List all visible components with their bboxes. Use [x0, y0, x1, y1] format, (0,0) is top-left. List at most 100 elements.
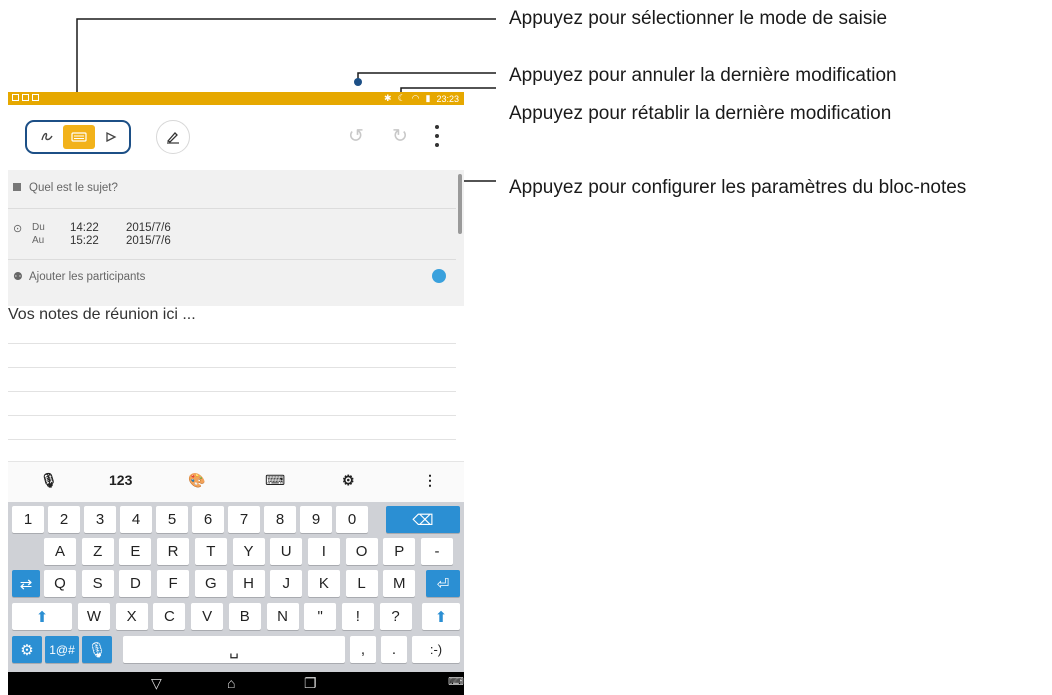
- notes-area[interactable]: Vos notes de réunion ici ...: [8, 306, 464, 461]
- keyboard-switch-icon[interactable]: ⌨: [448, 675, 464, 688]
- key[interactable]: 9: [300, 506, 332, 533]
- battery-icon: ▮: [425, 93, 431, 103]
- key[interactable]: M: [383, 570, 416, 597]
- keyboard-layout-icon[interactable]: ⌨: [265, 472, 285, 489]
- more-options-icon[interactable]: [434, 125, 440, 147]
- key[interactable]: 4: [120, 506, 152, 533]
- notification-icons: [12, 94, 39, 101]
- key[interactable]: 3: [84, 506, 116, 533]
- space-key[interactable]: ␣: [123, 636, 345, 663]
- clock-icon: ⊙: [13, 223, 23, 235]
- key[interactable]: N: [266, 603, 299, 630]
- undo-icon[interactable]: ↺: [346, 127, 366, 147]
- key[interactable]: -: [421, 538, 453, 565]
- comma-key[interactable]: ,: [350, 636, 376, 663]
- key[interactable]: K: [307, 570, 340, 597]
- drawing-mode-icon[interactable]: [95, 125, 127, 149]
- note-toolbar: ↺ ↻: [8, 105, 464, 170]
- key[interactable]: ?: [379, 603, 412, 630]
- handwriting-mode-icon[interactable]: [31, 125, 63, 149]
- key[interactable]: D: [119, 570, 152, 597]
- moon-icon: ☾: [397, 93, 406, 103]
- shift-left-key[interactable]: ⬆: [12, 603, 72, 630]
- key[interactable]: F: [157, 570, 190, 597]
- key[interactable]: G: [194, 570, 227, 597]
- pen-style-button[interactable]: [156, 120, 190, 154]
- key[interactable]: E: [119, 538, 152, 565]
- notification-icon: [32, 94, 39, 101]
- key[interactable]: S: [81, 570, 114, 597]
- key[interactable]: !: [341, 603, 374, 630]
- add-contact-icon[interactable]: [432, 269, 446, 283]
- keyboard-toolbar: 🎙 123 🎨 ⌨ ⚙ ⋮: [8, 461, 464, 502]
- key[interactable]: 1: [12, 506, 44, 533]
- smiley-key[interactable]: :-): [412, 636, 460, 663]
- key[interactable]: L: [345, 570, 378, 597]
- wifi-icon: ◠: [411, 93, 420, 103]
- on-screen-keyboard: 1234567890 AZERTYUIOP- QSDFGHJKLM WXCVBN…: [8, 502, 464, 672]
- row-spacer: [12, 538, 40, 565]
- key[interactable]: X: [115, 603, 148, 630]
- key[interactable]: O: [345, 538, 378, 565]
- callout-input-mode: Appuyez pour sélectionner le mode de sai…: [509, 8, 888, 29]
- keyboard-mode-icon[interactable]: [63, 125, 95, 149]
- keyboard-more-icon[interactable]: ⋮: [423, 472, 437, 489]
- notes-placeholder: Vos notes de réunion ici ...: [8, 306, 196, 323]
- redo-icon[interactable]: ↻: [390, 127, 410, 147]
- tablet-screen: ✱ ☾ ◠ ▮ 23:23 ↺ ↻ Quel est le sujet? ⊙ D…: [8, 92, 464, 695]
- key[interactable]: Q: [44, 570, 76, 597]
- subject-icon: [13, 183, 21, 191]
- key[interactable]: 6: [192, 506, 224, 533]
- key[interactable]: Y: [232, 538, 265, 565]
- numbers-button[interactable]: 123: [109, 472, 132, 488]
- status-bar: ✱ ☾ ◠ ▮ 23:23: [8, 92, 464, 105]
- mic-icon[interactable]: 🎙: [40, 472, 58, 489]
- callout-undo: Appuyez pour annuler la dernière modific…: [509, 65, 897, 86]
- back-icon[interactable]: ▽: [151, 675, 162, 692]
- pen-icon: [166, 132, 179, 144]
- key[interactable]: ": [304, 603, 337, 630]
- participants-icon: ⚉: [13, 271, 23, 283]
- home-icon[interactable]: ⌂: [227, 675, 235, 691]
- key[interactable]: J: [270, 570, 303, 597]
- backspace-key[interactable]: ⌫: [386, 506, 460, 533]
- callout-redo: Appuyez pour rétablir la dernière modifi…: [509, 103, 892, 124]
- symbols-key[interactable]: 1@#: [45, 636, 79, 663]
- key[interactable]: T: [194, 538, 227, 565]
- key[interactable]: I: [307, 538, 340, 565]
- key[interactable]: U: [270, 538, 303, 565]
- recent-apps-icon[interactable]: ❐: [304, 675, 317, 692]
- key[interactable]: 0: [336, 506, 368, 533]
- key[interactable]: B: [228, 603, 261, 630]
- callout-settings: Appuyez pour configurer les paramètres d…: [509, 177, 967, 198]
- key[interactable]: 7: [228, 506, 260, 533]
- navigation-bar: ▽ ⌂ ❐ ⌨: [8, 672, 464, 695]
- shift-right-key[interactable]: ⬆: [422, 603, 460, 630]
- input-mode-selector[interactable]: [25, 120, 131, 154]
- key[interactable]: Z: [81, 538, 114, 565]
- key[interactable]: 5: [156, 506, 188, 533]
- keyboard-gear-key[interactable]: ⚙: [12, 636, 42, 663]
- scrollbar[interactable]: [458, 174, 462, 234]
- status-time: 23:23: [436, 93, 459, 104]
- keyboard-settings-icon[interactable]: ⚙: [342, 472, 355, 489]
- key[interactable]: C: [153, 603, 186, 630]
- enter-key[interactable]: ⏎: [426, 570, 460, 597]
- key[interactable]: 8: [264, 506, 296, 533]
- bluetooth-icon: ✱: [384, 93, 392, 103]
- notification-icon: [22, 94, 29, 101]
- key[interactable]: H: [232, 570, 265, 597]
- tab-key[interactable]: ⇄: [12, 570, 40, 597]
- period-key[interactable]: .: [381, 636, 407, 663]
- key[interactable]: W: [78, 603, 110, 630]
- key[interactable]: A: [44, 538, 76, 565]
- key[interactable]: P: [383, 538, 416, 565]
- time-range[interactable]: ⊙ Du 14:22 2015/7/6 Au 15:22 2015/7/6: [8, 222, 456, 252]
- voice-key[interactable]: 🎙: [82, 636, 112, 663]
- meeting-details: Quel est le sujet? ⊙ Du 14:22 2015/7/6 A…: [8, 170, 464, 306]
- key[interactable]: V: [191, 603, 224, 630]
- key[interactable]: R: [157, 538, 190, 565]
- key[interactable]: 2: [48, 506, 80, 533]
- notification-icon: [12, 94, 19, 101]
- theme-palette-icon[interactable]: 🎨: [188, 472, 205, 489]
